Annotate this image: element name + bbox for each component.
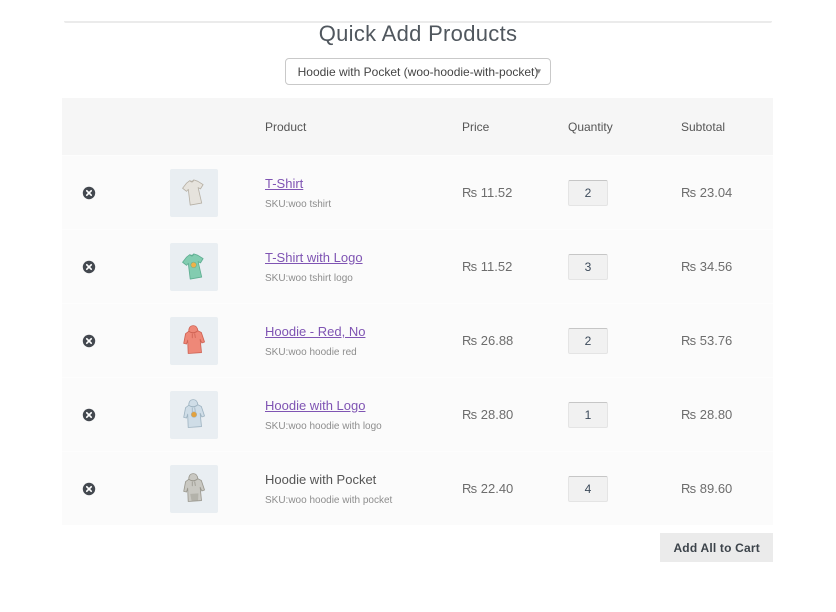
image-cell — [137, 243, 265, 291]
subtotal-cell: ₨ 28.80 — [681, 407, 773, 422]
product-name: Hoodie with Pocket — [265, 472, 376, 487]
image-cell — [137, 317, 265, 365]
remove-cell — [62, 408, 137, 422]
table-row: Hoodie - Red, No SKU:woo hoodie red ₨ 26.8… — [62, 303, 773, 377]
quantity-input[interactable] — [568, 180, 608, 206]
price-cell: ₨ 22.40 — [462, 481, 568, 496]
product-cell: T-Shirt with Logo SKU:woo tshirt logo — [265, 250, 462, 284]
product-cell: T-Shirt SKU:woo tshirt — [265, 176, 462, 210]
circle-x-icon — [82, 260, 96, 274]
circle-x-icon — [82, 186, 96, 200]
table-actions: Add All to Cart — [62, 533, 773, 562]
top-divider — [64, 21, 772, 23]
table-row: T-Shirt with Logo SKU:woo tshirt logo ₨ 11… — [62, 229, 773, 303]
quantity-cell — [568, 328, 681, 354]
product-sku: SKU:woo hoodie red — [265, 347, 357, 358]
table-body: T-ShirtSKU:woo tshirt₨ 11.52₨ 23.04T-Shi… — [62, 155, 773, 525]
product-sku: SKU:woo hoodie with logo — [265, 421, 382, 432]
circle-x-icon — [82, 334, 96, 348]
product-image-hoodie-gray-pocket — [170, 465, 218, 513]
image-cell — [137, 391, 265, 439]
page-title: Quick Add Products — [0, 21, 836, 47]
quantity-cell — [568, 254, 681, 280]
table-row: T-Shirt SKU:woo tshirt ₨ 11.52 ₨ 23.04 — [62, 155, 773, 229]
table-row: Hoodie with Pocket SKU:woo hoodie with po… — [62, 451, 773, 525]
remove-row-button[interactable] — [82, 260, 96, 274]
header-quantity: Quantity — [568, 120, 681, 134]
product-cell: Hoodie - Red, No SKU:woo hoodie red — [265, 324, 462, 358]
product-cell: Hoodie with Logo SKU:woo hoodie with logo — [265, 398, 462, 432]
product-link[interactable]: T-Shirt with Logo — [265, 250, 363, 265]
circle-x-icon — [82, 408, 96, 422]
remove-row-button[interactable] — [82, 334, 96, 348]
remove-cell — [62, 334, 137, 348]
product-image-hoodie-blue-logo — [170, 391, 218, 439]
subtotal-cell: ₨ 89.60 — [681, 481, 773, 496]
product-image-tshirt-gray — [170, 169, 218, 217]
price-cell: ₨ 11.52 — [462, 185, 568, 200]
quantity-input[interactable] — [568, 328, 608, 354]
remove-row-button[interactable] — [82, 482, 96, 496]
product-link[interactable]: Hoodie with Logo — [265, 398, 365, 413]
quantity-cell — [568, 476, 681, 502]
remove-cell — [62, 186, 137, 200]
product-select-value: Hoodie with Pocket (woo-hoodie-with-pock… — [298, 65, 539, 79]
quantity-cell — [568, 402, 681, 428]
product-select-row: Hoodie with Pocket (woo-hoodie-with-pock… — [0, 58, 836, 85]
subtotal-cell: ₨ 23.04 — [681, 185, 773, 200]
product-link[interactable]: T-Shirt — [265, 176, 303, 191]
remove-cell — [62, 482, 137, 496]
remove-row-button[interactable] — [82, 408, 96, 422]
quick-add-table: Product Price Quantity Subtotal T-Shirt S… — [62, 98, 773, 525]
remove-cell — [62, 260, 137, 274]
table-row: Hoodie with Logo SKU:woo hoodie with logo… — [62, 377, 773, 451]
product-link[interactable]: Hoodie - Red, No — [265, 324, 365, 339]
product-sku: SKU:woo tshirt — [265, 199, 331, 210]
image-cell — [137, 169, 265, 217]
subtotal-cell: ₨ 34.56 — [681, 259, 773, 274]
product-select[interactable]: Hoodie with Pocket (woo-hoodie-with-pock… — [285, 58, 551, 85]
header-product: Product — [265, 120, 462, 134]
add-all-to-cart-button[interactable]: Add All to Cart — [660, 533, 773, 562]
product-image-hoodie-red — [170, 317, 218, 365]
quantity-input[interactable] — [568, 476, 608, 502]
product-sku: SKU:woo tshirt logo — [265, 273, 353, 284]
product-cell: Hoodie with Pocket SKU:woo hoodie with po… — [265, 472, 462, 506]
circle-x-icon — [82, 482, 96, 496]
price-cell: ₨ 11.52 — [462, 259, 568, 274]
price-cell: ₨ 26.88 — [462, 333, 568, 348]
product-sku: SKU:woo hoodie with pocket — [265, 495, 392, 506]
product-image-tshirt-green-logo — [170, 243, 218, 291]
quantity-input[interactable] — [568, 254, 608, 280]
table-header-row: Product Price Quantity Subtotal — [62, 98, 773, 155]
price-cell: ₨ 28.80 — [462, 407, 568, 422]
subtotal-cell: ₨ 53.76 — [681, 333, 773, 348]
header-price: Price — [462, 120, 568, 134]
remove-row-button[interactable] — [82, 186, 96, 200]
quantity-input[interactable] — [568, 402, 608, 428]
quantity-cell — [568, 180, 681, 206]
image-cell — [137, 465, 265, 513]
chevron-down-icon: ▾ — [536, 67, 541, 76]
header-subtotal: Subtotal — [681, 120, 773, 134]
